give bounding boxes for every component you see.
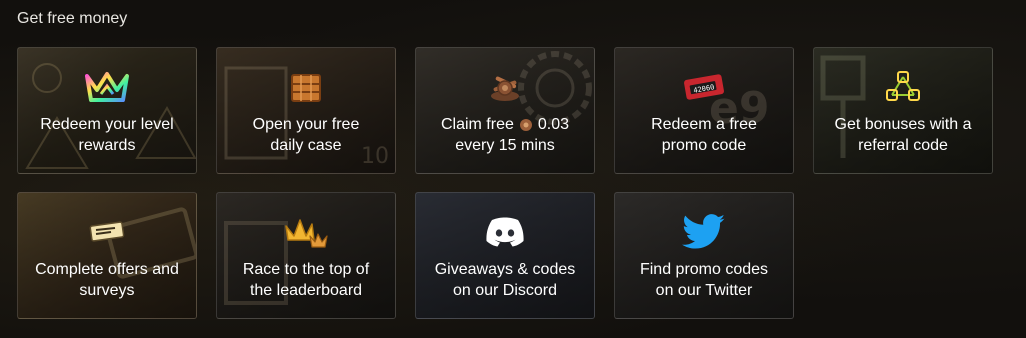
discord-icon [479, 213, 531, 251]
free-money-panel: Get free money Redeem your level rewards… [0, 0, 1026, 338]
card-label: Giveaways & codes on our Discord [434, 261, 576, 299]
card-label: Complete offers and surveys [35, 261, 179, 299]
voucher-ticket-icon [81, 213, 133, 251]
crown-rainbow-icon [81, 68, 133, 106]
card-claim-free[interactable]: Claim free 0.03 every 15 mins [415, 47, 595, 174]
free-money-grid: Redeem your level rewards 10 Open your f… [17, 47, 993, 319]
card-level-rewards[interactable]: Redeem your level rewards [17, 47, 197, 174]
card-discord[interactable]: Giveaways & codes on our Discord [415, 192, 595, 319]
card-label: Open your free daily case [252, 116, 360, 154]
card-referral-code[interactable]: Get bonuses with a referral code [813, 47, 993, 174]
card-label: Redeem a free promo code [651, 116, 757, 154]
coin-icon [518, 117, 534, 133]
card-label: Redeem your level rewards [40, 116, 174, 154]
card-promo-code[interactable]: e9 42060 Redeem a free promo code [614, 47, 794, 174]
card-offers-surveys[interactable]: Complete offers and surveys [17, 192, 197, 319]
card-label: Get bonuses with a referral code [834, 116, 972, 154]
coin-pile-icon [479, 68, 531, 106]
card-label: Claim free 0.03 every 15 mins [440, 116, 570, 154]
card-twitter[interactable]: Find promo codes on our Twitter [614, 192, 794, 319]
card-label: Find promo codes on our Twitter [639, 261, 769, 299]
section-title: Get free money [17, 10, 128, 27]
card-leaderboard[interactable]: Race to the top of the leaderboard [216, 192, 396, 319]
promo-ticket-icon: 42060 [678, 68, 730, 106]
wooden-crate-icon [280, 68, 332, 106]
gold-crown-icon [280, 213, 332, 251]
referral-network-icon [877, 68, 929, 106]
card-daily-case[interactable]: 10 Open your free daily case [216, 47, 396, 174]
card-label: Race to the top of the leaderboard [242, 261, 370, 299]
twitter-bird-icon [678, 213, 730, 251]
